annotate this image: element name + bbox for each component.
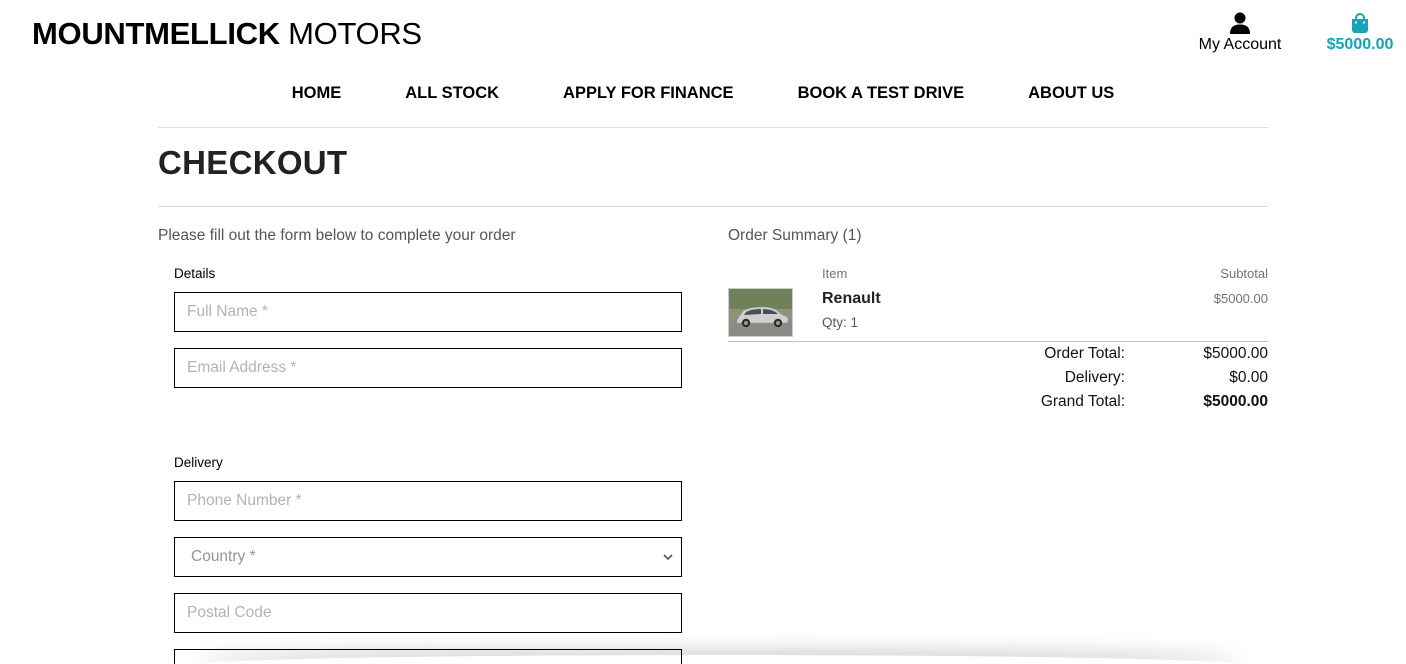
order-total-value: $5000.00 xyxy=(1203,345,1268,362)
full-name-input[interactable] xyxy=(174,292,682,332)
user-icon xyxy=(1192,10,1288,36)
summary-divider xyxy=(728,341,1268,342)
brand-name-bold: MOUNTMELLICK xyxy=(32,16,280,51)
details-legend: Details xyxy=(174,266,216,281)
order-total-label: Order Total: xyxy=(1044,345,1125,362)
nav-home[interactable]: HOME xyxy=(260,84,374,103)
postal-code-input[interactable] xyxy=(174,593,682,633)
nav-all-stock[interactable]: ALL STOCK xyxy=(373,84,531,103)
email-input[interactable] xyxy=(174,348,682,388)
product-quantity: Qty: 1 xyxy=(822,315,859,330)
grand-total-value: $5000.00 xyxy=(1203,393,1268,410)
divider xyxy=(158,127,1268,128)
phone-number-input[interactable] xyxy=(174,481,682,521)
cart-link[interactable]: $5000.00 xyxy=(1318,10,1402,54)
country-select-value: Country * xyxy=(191,548,256,565)
item-column-header: Item xyxy=(822,266,848,281)
checkout-page: MOUNTMELLICK MOTORS My Account $5000.00 … xyxy=(0,0,1406,664)
main-nav: HOME ALL STOCK APPLY FOR FINANCE BOOK A … xyxy=(0,84,1406,103)
delivery-cost-value: $0.00 xyxy=(1229,369,1268,386)
subtotal-column-header: Subtotal xyxy=(1220,266,1268,281)
brand-logo[interactable]: MOUNTMELLICK MOTORS xyxy=(32,16,422,52)
chevron-down-icon xyxy=(663,550,673,564)
order-summary-title: Order Summary (1) xyxy=(728,227,862,244)
delivery-cost-label: Delivery: xyxy=(1064,369,1125,386)
product-thumbnail xyxy=(728,288,793,337)
brand-name-light: MOTORS xyxy=(279,16,422,51)
form-intro-text: Please fill out the form below to comple… xyxy=(158,227,516,244)
divider xyxy=(158,206,1268,207)
page-title: CHECKOUT xyxy=(158,144,348,181)
product-name: Renault xyxy=(822,290,881,307)
my-account-label: My Account xyxy=(1198,36,1282,53)
cart-total: $5000.00 xyxy=(1326,36,1394,53)
my-account-link[interactable]: My Account xyxy=(1192,10,1288,54)
delivery-legend: Delivery xyxy=(174,455,223,470)
product-subtotal: $5000.00 xyxy=(1213,291,1268,306)
nav-about-us[interactable]: ABOUT US xyxy=(996,84,1146,103)
country-select[interactable]: Country * xyxy=(174,537,682,577)
grand-total-label: Grand Total: xyxy=(1040,393,1125,410)
nav-apply-for-finance[interactable]: APPLY FOR FINANCE xyxy=(531,84,766,103)
shopping-bag-icon xyxy=(1318,10,1402,36)
nav-book-test-drive[interactable]: BOOK A TEST DRIVE xyxy=(766,84,997,103)
